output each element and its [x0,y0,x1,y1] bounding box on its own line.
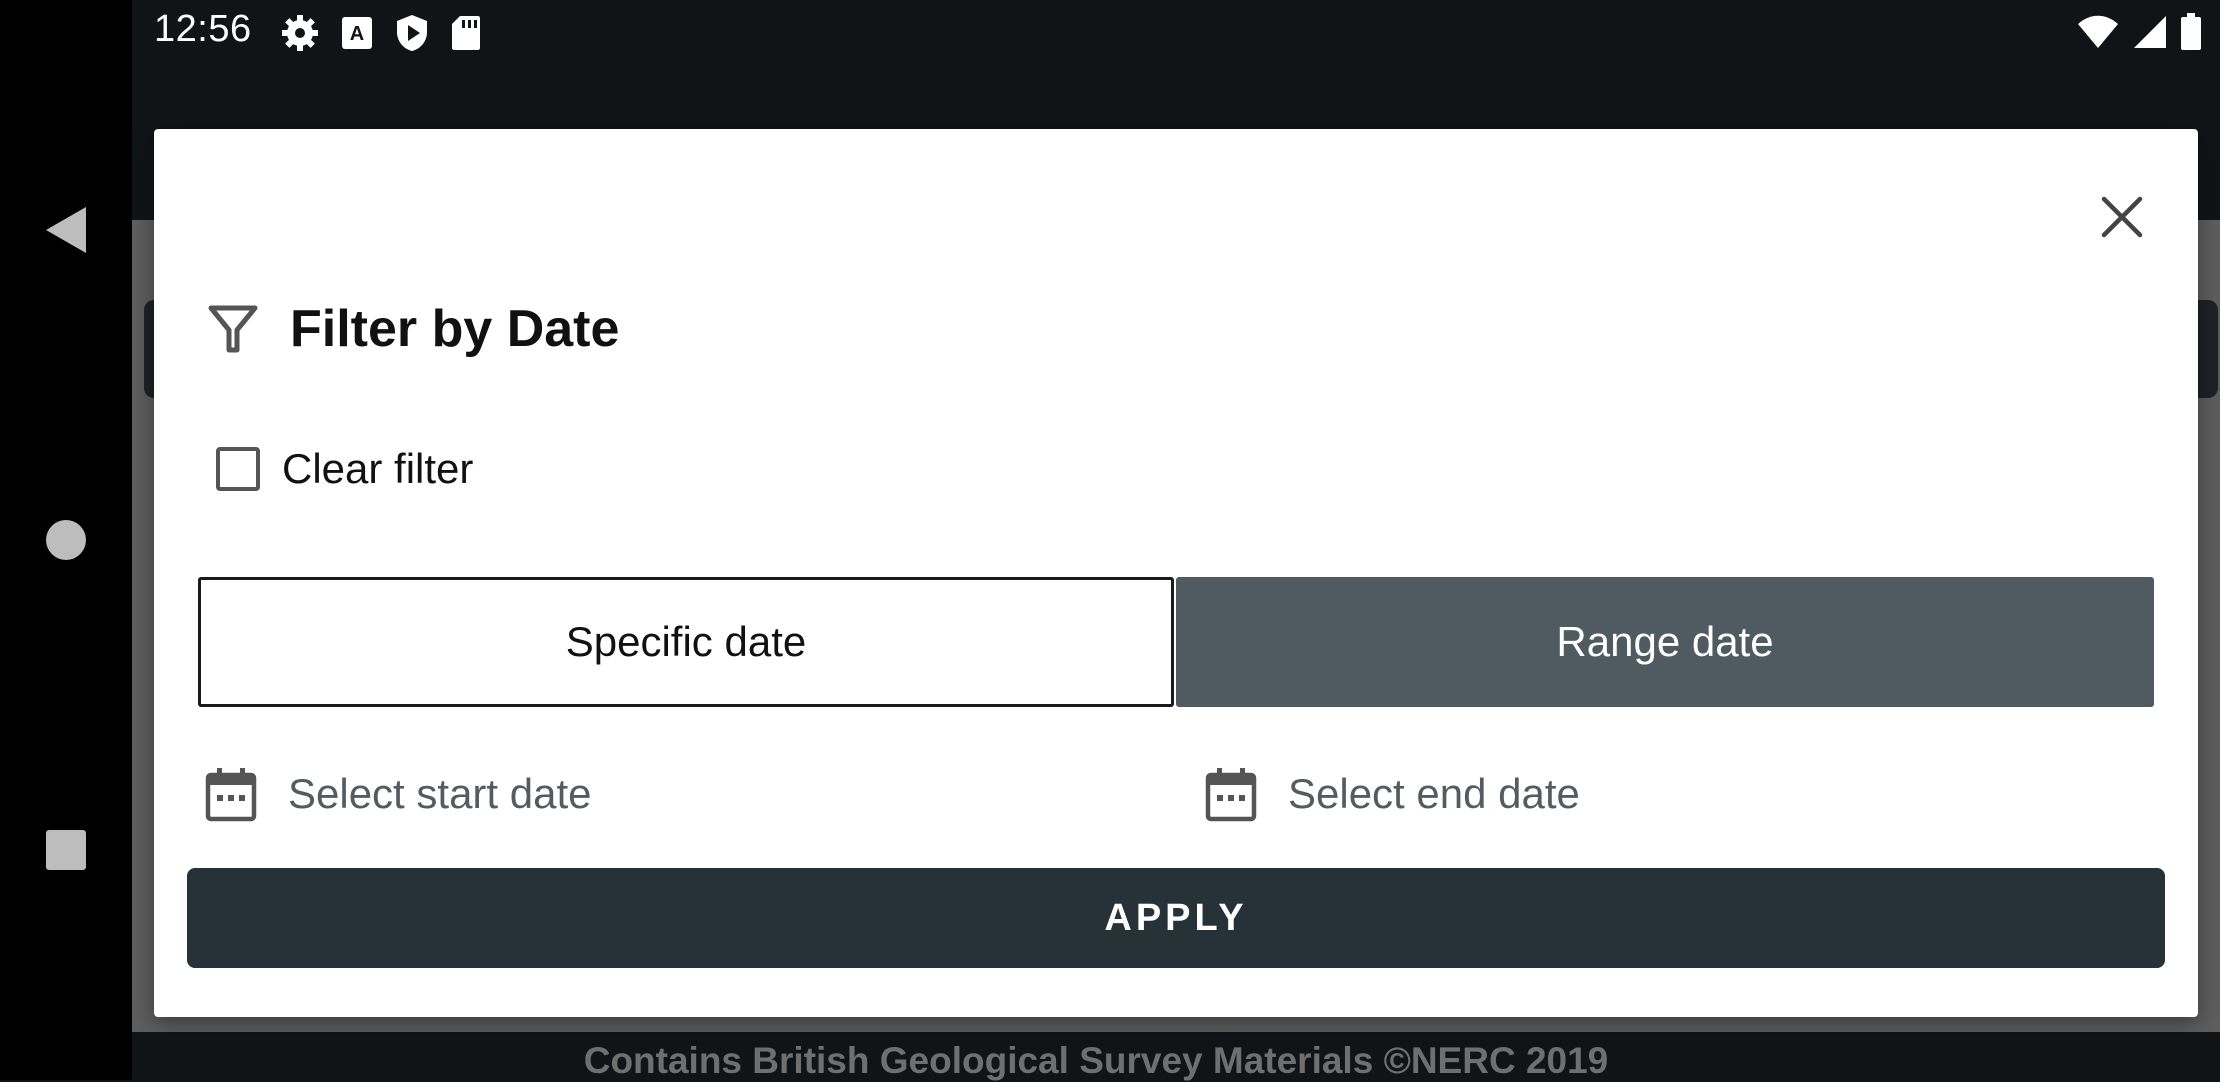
close-icon [2101,196,2143,238]
status-icons-right [2076,13,2202,51]
specific-date-toggle[interactable]: Specific date [198,577,1174,707]
settings-icon [282,15,318,51]
dialog-title: Filter by Date [290,300,620,358]
start-date-field[interactable]: Select start date [204,754,592,834]
status-time: 12:56 [154,8,252,50]
filter-dialog: Filter by Date Clear filter Specific dat… [154,129,2198,1017]
apply-button[interactable]: APPLY [187,868,2165,968]
status-bar: 12:56 A [132,0,2220,66]
sd-card-icon [452,16,480,50]
clear-filter-label: Clear filter [282,445,474,492]
svg-text:A: A [350,23,364,45]
calendar-icon [1205,768,1257,822]
back-icon [46,207,86,253]
range-date-toggle[interactable]: Range date [1176,577,2154,707]
dialog-header: Filter by Date [206,289,619,369]
clear-filter-checkbox[interactable] [216,447,260,491]
back-button[interactable] [0,195,132,265]
battery-icon [2181,13,2201,50]
shield-play-icon [397,15,427,51]
recents-button[interactable] [0,815,132,885]
clear-filter-row[interactable]: Clear filter [216,429,473,509]
home-button[interactable] [0,505,132,575]
calendar-icon [205,768,257,822]
wifi-icon [2078,15,2118,48]
font-icon: A [342,17,372,49]
attribution-text: Contains British Geological Survey Mater… [583,1040,1609,1081]
signal-icon [2134,16,2166,48]
end-date-field[interactable]: Select end date [1204,754,1580,834]
start-date-placeholder: Select start date [288,770,592,817]
home-icon [46,520,86,560]
close-button[interactable] [2086,181,2158,253]
end-date-placeholder: Select end date [1288,770,1580,817]
status-icons-left: A [280,13,482,53]
filter-icon [208,305,258,353]
attribution-bar: Contains British Geological Survey Mater… [132,1032,2220,1081]
navigation-bar [0,0,132,1080]
recents-icon [46,830,86,870]
